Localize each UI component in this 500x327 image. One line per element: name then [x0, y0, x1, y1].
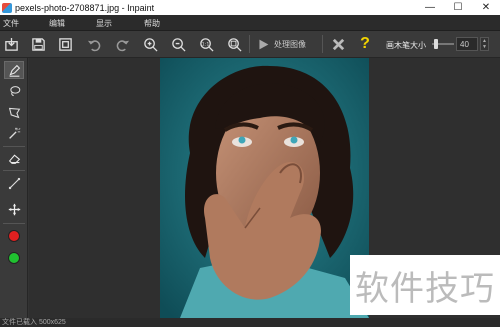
tool-panel — [0, 58, 28, 318]
fit-window-icon — [227, 37, 242, 52]
tool-separator — [3, 223, 25, 224]
polygon-lasso-icon — [8, 107, 20, 118]
portrait-image — [160, 58, 369, 318]
watermark: 软件技巧 — [350, 255, 500, 315]
portrait-photo[interactable] — [160, 58, 369, 318]
menu-view[interactable]: 显示 — [96, 18, 112, 29]
minimize-button[interactable]: — — [416, 0, 444, 15]
process-image-button[interactable]: 处理图像 — [257, 35, 306, 53]
menu-file[interactable]: 文件 — [3, 18, 19, 29]
slider-thumb[interactable] — [433, 39, 438, 49]
green-color-button[interactable] — [4, 249, 24, 267]
actual-size-button[interactable]: 1:1 — [197, 35, 215, 53]
move-icon — [8, 203, 20, 215]
lasso-tool[interactable] — [4, 82, 24, 100]
import-icon — [4, 37, 18, 51]
guide-line-tool[interactable] — [4, 174, 24, 192]
status-text: 文件已载入 500x625 — [2, 319, 66, 326]
window-controls: — ☐ ✕ — [416, 0, 500, 15]
toolbar-separator — [249, 35, 250, 53]
menu-edit[interactable]: 编辑 — [49, 18, 65, 29]
close-button[interactable]: ✕ — [472, 0, 500, 15]
lasso-icon — [9, 85, 20, 96]
magic-wand-icon — [8, 127, 20, 139]
green-color-swatch — [8, 252, 20, 264]
window-title: pexels-photo-2708871.jpg - Inpaint — [15, 2, 155, 13]
status-bar: 文件已载入 500x625 — [0, 318, 500, 327]
save-as-button[interactable] — [56, 35, 74, 53]
zoom-in-icon — [143, 37, 158, 52]
menu-bar: 文件 编辑 显示 帮助 — [0, 15, 500, 31]
polygon-lasso-tool[interactable] — [4, 103, 24, 121]
marker-tool[interactable] — [4, 61, 24, 79]
zoom-in-button[interactable] — [141, 35, 159, 53]
tool-separator — [3, 146, 25, 147]
toolbar: 1:1 处理图像 ? 画木笔大小 40 ▲ ▼ — [0, 31, 500, 58]
spin-down-icon[interactable]: ▼ — [481, 44, 488, 50]
watermark-text: 软件技巧 — [355, 268, 495, 309]
app-icon — [2, 2, 12, 13]
fit-window-button[interactable] — [225, 35, 243, 53]
zoom-out-icon — [171, 37, 186, 52]
red-color-swatch — [8, 230, 20, 242]
eraser-tool[interactable] — [4, 149, 24, 167]
brush-size-input[interactable]: 40 — [456, 37, 478, 51]
brush-size-label: 画木笔大小 — [386, 41, 426, 50]
guide-line-icon — [8, 177, 20, 189]
process-image-label: 处理图像 — [274, 39, 306, 49]
cancel-x-icon — [332, 38, 344, 50]
zoom-out-button[interactable] — [169, 35, 187, 53]
redo-button[interactable] — [113, 35, 131, 53]
brush-size-spinner[interactable]: ▲ ▼ — [480, 37, 489, 51]
svg-text:1:1: 1:1 — [201, 41, 209, 47]
toolbar-separator — [322, 35, 323, 53]
help-button[interactable]: ? — [356, 35, 374, 53]
undo-button[interactable] — [85, 35, 103, 53]
menu-help[interactable]: 帮助 — [144, 18, 160, 29]
tool-separator — [3, 170, 25, 171]
undo-icon — [87, 39, 100, 51]
magic-wand-tool[interactable] — [4, 124, 24, 142]
actual-size-icon: 1:1 — [199, 37, 214, 52]
eraser-icon — [8, 154, 20, 164]
red-color-button[interactable] — [4, 227, 24, 245]
save-as-icon — [58, 37, 72, 51]
brush-size-slider[interactable] — [432, 39, 454, 49]
title-bar: pexels-photo-2708871.jpg - Inpaint — ☐ ✕ — [0, 0, 500, 15]
save-button[interactable] — [29, 35, 47, 53]
maximize-button[interactable]: ☐ — [444, 0, 472, 15]
import-button[interactable] — [2, 35, 20, 53]
move-tool[interactable] — [4, 200, 24, 218]
marker-icon — [8, 64, 20, 77]
cancel-button[interactable] — [329, 35, 347, 53]
play-icon — [259, 39, 269, 49]
save-icon — [31, 37, 45, 51]
redo-icon — [116, 39, 129, 51]
help-icon: ? — [360, 35, 370, 52]
